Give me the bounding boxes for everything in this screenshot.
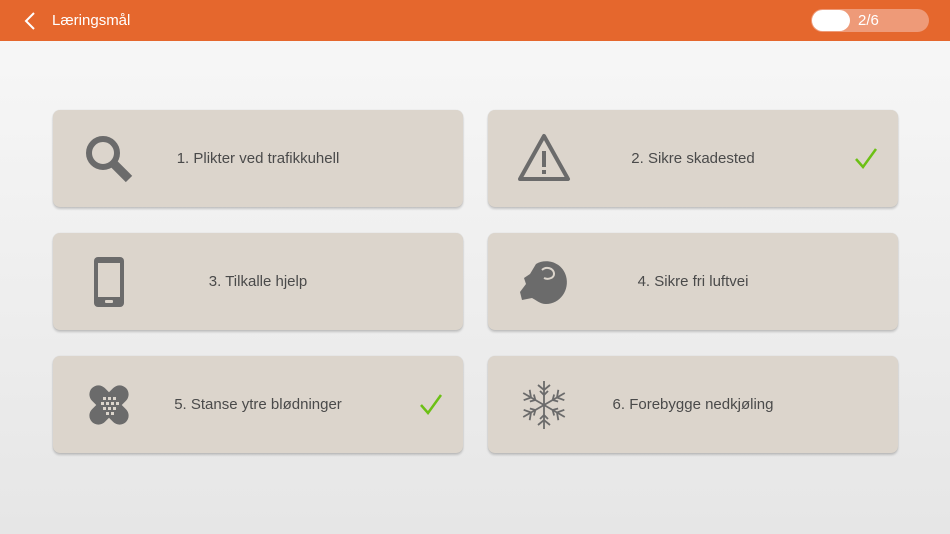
- checkmark-icon: [420, 394, 443, 416]
- progress-text: 2/6: [858, 12, 879, 29]
- goal-card-5[interactable]: 5. Stanse ytre blødninger: [53, 356, 463, 453]
- back-button[interactable]: [18, 8, 42, 33]
- snowflake-icon: [516, 377, 572, 433]
- chevron-left-icon: [24, 11, 35, 30]
- goal-label: 1. Plikter ved trafikkuhell: [176, 150, 340, 167]
- goal-label: 3. Tilkalle hjelp: [208, 273, 308, 290]
- goal-label: 4. Sikre fri luftvei: [637, 273, 749, 290]
- head-airway-icon: [516, 254, 572, 310]
- page-title: Læringsmål: [52, 12, 131, 29]
- progress-indicator: 2/6: [811, 9, 929, 32]
- goal-card-2[interactable]: 2. Sikre skadested: [488, 110, 898, 207]
- magnifier-icon: [81, 131, 137, 187]
- goal-label: 5. Stanse ytre blødninger: [174, 396, 342, 413]
- progress-knob: [812, 10, 850, 31]
- warning-triangle-icon: [516, 131, 572, 187]
- goal-card-4[interactable]: 4. Sikre fri luftvei: [488, 233, 898, 330]
- goal-label: 6. Forebygge nedkjøling: [612, 396, 774, 413]
- checkmark-icon: [855, 148, 878, 170]
- mobile-phone-icon: [81, 254, 137, 310]
- goal-card-6[interactable]: 6. Forebygge nedkjøling: [488, 356, 898, 453]
- app-header: Læringsmål 2/6: [0, 0, 950, 41]
- goal-label: 2. Sikre skadested: [631, 150, 755, 167]
- goal-card-3[interactable]: 3. Tilkalle hjelp: [53, 233, 463, 330]
- goal-card-1[interactable]: 1. Plikter ved trafikkuhell: [53, 110, 463, 207]
- bandage-icon: [81, 377, 137, 433]
